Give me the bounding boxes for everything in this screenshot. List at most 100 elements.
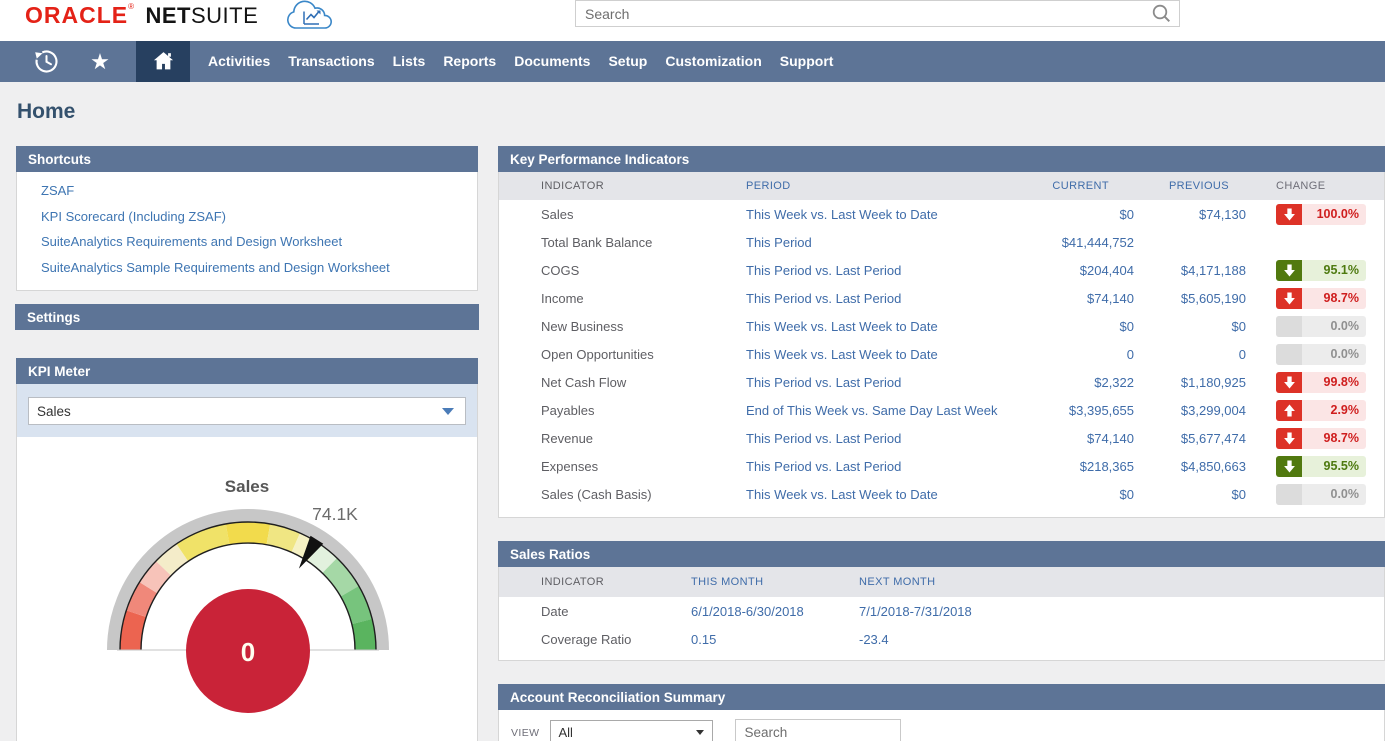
kpi-previous-value[interactable]: $74,130: [1134, 207, 1246, 222]
gauge-max-label: 74.1K: [312, 504, 358, 524]
account-reconciliation-portlet: Account Reconciliation Summary VIEW All: [498, 684, 1385, 741]
select-arrow-icon: [696, 730, 704, 735]
kpi-previous-value[interactable]: 0: [1134, 347, 1246, 362]
nav-item-documents[interactable]: Documents: [505, 41, 599, 82]
kpi-indicator: Sales: [541, 207, 746, 222]
kpi-previous-value[interactable]: $0: [1134, 487, 1246, 502]
nav-item-customization[interactable]: Customization: [656, 41, 770, 82]
global-search-input[interactable]: [576, 6, 1151, 22]
logo-netsuite-text: NETSUITE: [145, 3, 258, 28]
settings-header: Settings: [15, 304, 479, 330]
ratio-this-month: 6/1/2018-6/30/2018: [691, 604, 859, 619]
kpi-indicator: Open Opportunities: [541, 347, 746, 362]
netsuite-home-screen: ORACLE® NETSUITE: [0, 0, 1385, 741]
kpi-previous-value[interactable]: $1,180,925: [1134, 375, 1246, 390]
kpi-row-cogs: COGS This Period vs. Last Period $204,40…: [499, 256, 1384, 284]
kpi-current-value[interactable]: $74,140: [1004, 431, 1134, 446]
recent-records-icon[interactable]: [31, 41, 61, 82]
shortcuts-list: ZSAF KPI Scorecard (Including ZSAF) Suit…: [17, 172, 477, 290]
settings-portlet: Settings: [16, 305, 478, 331]
view-label: VIEW: [511, 727, 539, 739]
kpi-row-revenue: Revenue This Period vs. Last Period $74,…: [499, 424, 1384, 452]
global-search: [575, 0, 1180, 27]
col-indicator: INDICATOR: [541, 180, 746, 192]
nav-item-setup[interactable]: Setup: [599, 41, 656, 82]
kpi-period-link[interactable]: This Period vs. Last Period: [746, 263, 1004, 278]
kpi-current-value[interactable]: $204,404: [1004, 263, 1134, 278]
nav-item-lists[interactable]: Lists: [384, 41, 435, 82]
kpi-current-value[interactable]: $41,444,752: [1004, 235, 1134, 250]
main-nav: ★ Activities Transactions Lists Reports …: [0, 41, 1385, 82]
kpi-current-value[interactable]: $3,395,655: [1004, 403, 1134, 418]
kpi-period-link[interactable]: This Week vs. Last Week to Date: [746, 347, 1004, 362]
reconciliation-search-input[interactable]: [735, 719, 901, 741]
kpi-meter-selected-value: Sales: [37, 404, 71, 419]
change-percent: 2.9%: [1302, 400, 1366, 421]
col-change: CHANGE: [1246, 180, 1366, 192]
shortcut-link-suiteanalytics-req[interactable]: SuiteAnalytics Requirements and Design W…: [17, 229, 477, 255]
kpi-period-link[interactable]: This Week vs. Last Week to Date: [746, 207, 1004, 222]
cloud-chart-icon[interactable]: [282, 0, 344, 33]
kpi-meter-select[interactable]: Sales: [28, 397, 466, 425]
change-badge: 100.0%: [1276, 204, 1366, 225]
kpi-previous-value[interactable]: $4,171,188: [1134, 263, 1246, 278]
kpi-current-value[interactable]: $218,365: [1004, 459, 1134, 474]
sales-gauge: 0 74.1K: [17, 498, 477, 738]
kpi-row-sales: Sales This Week vs. Last Week to Date $0…: [499, 200, 1384, 228]
kpi-portlet: Key Performance Indicators INDICATOR PER…: [498, 146, 1385, 518]
kpi-period-link[interactable]: This Period vs. Last Period: [746, 459, 1004, 474]
nav-item-activities[interactable]: Activities: [199, 41, 279, 82]
col-this-month: THIS MONTH: [691, 576, 859, 588]
change-badge: 95.1%: [1276, 260, 1366, 281]
arrow-icon: [1276, 316, 1302, 337]
page-body: Home Shortcuts ZSAF KPI Scorecard (Inclu…: [0, 82, 1385, 741]
ratio-next-month: -23.4: [859, 632, 1384, 647]
shortcut-link-kpi-scorecard[interactable]: KPI Scorecard (Including ZSAF): [17, 204, 477, 230]
search-icon[interactable]: [1151, 3, 1172, 24]
kpi-previous-value[interactable]: $5,677,474: [1134, 431, 1246, 446]
kpi-period-link[interactable]: This Period: [746, 235, 1004, 250]
kpi-meter-controls: Sales: [17, 384, 477, 437]
col-indicator: INDICATOR: [541, 576, 691, 588]
nav-item-reports[interactable]: Reports: [434, 41, 505, 82]
change-percent: 100.0%: [1302, 204, 1366, 225]
page-title: Home: [17, 100, 75, 124]
shortcut-link-zsaf[interactable]: ZSAF: [17, 178, 477, 204]
kpi-current-value[interactable]: 0: [1004, 347, 1134, 362]
kpi-period-link[interactable]: This Period vs. Last Period: [746, 375, 1004, 390]
nav-item-support[interactable]: Support: [771, 41, 843, 82]
sales-ratios-portlet: Sales Ratios INDICATOR THIS MONTH NEXT M…: [498, 541, 1385, 661]
shortcuts-star-icon[interactable]: ★: [85, 41, 115, 82]
ratio-row-date: Date 6/1/2018-6/30/2018 7/1/2018-7/31/20…: [499, 597, 1384, 625]
change-percent: 95.1%: [1302, 260, 1366, 281]
kpi-row-new-business: New Business This Week vs. Last Week to …: [499, 312, 1384, 340]
kpi-period-link[interactable]: End of This Week vs. Same Day Last Week: [746, 403, 1004, 418]
ratio-row-coverage: Coverage Ratio 0.15 -23.4: [499, 625, 1384, 653]
kpi-period-link[interactable]: This Week vs. Last Week to Date: [746, 487, 1004, 502]
col-previous: PREVIOUS: [1134, 180, 1246, 192]
kpi-previous-value[interactable]: $5,605,190: [1134, 291, 1246, 306]
kpi-current-value[interactable]: $0: [1004, 319, 1134, 334]
view-select[interactable]: All: [550, 720, 713, 741]
kpi-previous-value[interactable]: $4,850,663: [1134, 459, 1246, 474]
kpi-current-value[interactable]: $0: [1004, 207, 1134, 222]
kpi-period-link[interactable]: This Period vs. Last Period: [746, 431, 1004, 446]
kpi-period-link[interactable]: This Period vs. Last Period: [746, 291, 1004, 306]
kpi-current-value[interactable]: $2,322: [1004, 375, 1134, 390]
kpi-indicator: Net Cash Flow: [541, 375, 746, 390]
nav-item-transactions[interactable]: Transactions: [279, 41, 383, 82]
shortcut-link-suiteanalytics-sample[interactable]: SuiteAnalytics Sample Requirements and D…: [17, 255, 477, 281]
kpi-previous-value[interactable]: $3,299,004: [1134, 403, 1246, 418]
kpi-meter-portlet: KPI Meter Sales Sales: [16, 358, 478, 741]
kpi-row-total-bank-balance: Total Bank Balance This Period $41,444,7…: [499, 228, 1384, 256]
change-percent: 0.0%: [1302, 344, 1366, 365]
kpi-meter-header: KPI Meter: [16, 358, 478, 384]
sales-ratios-header: Sales Ratios: [498, 541, 1385, 567]
home-tab[interactable]: [136, 41, 190, 82]
col-next-month: NEXT MONTH: [859, 576, 1366, 588]
kpi-period-link[interactable]: This Week vs. Last Week to Date: [746, 319, 1004, 334]
change-percent: 99.8%: [1302, 372, 1366, 393]
kpi-previous-value[interactable]: $0: [1134, 319, 1246, 334]
kpi-current-value[interactable]: $0: [1004, 487, 1134, 502]
kpi-current-value[interactable]: $74,140: [1004, 291, 1134, 306]
